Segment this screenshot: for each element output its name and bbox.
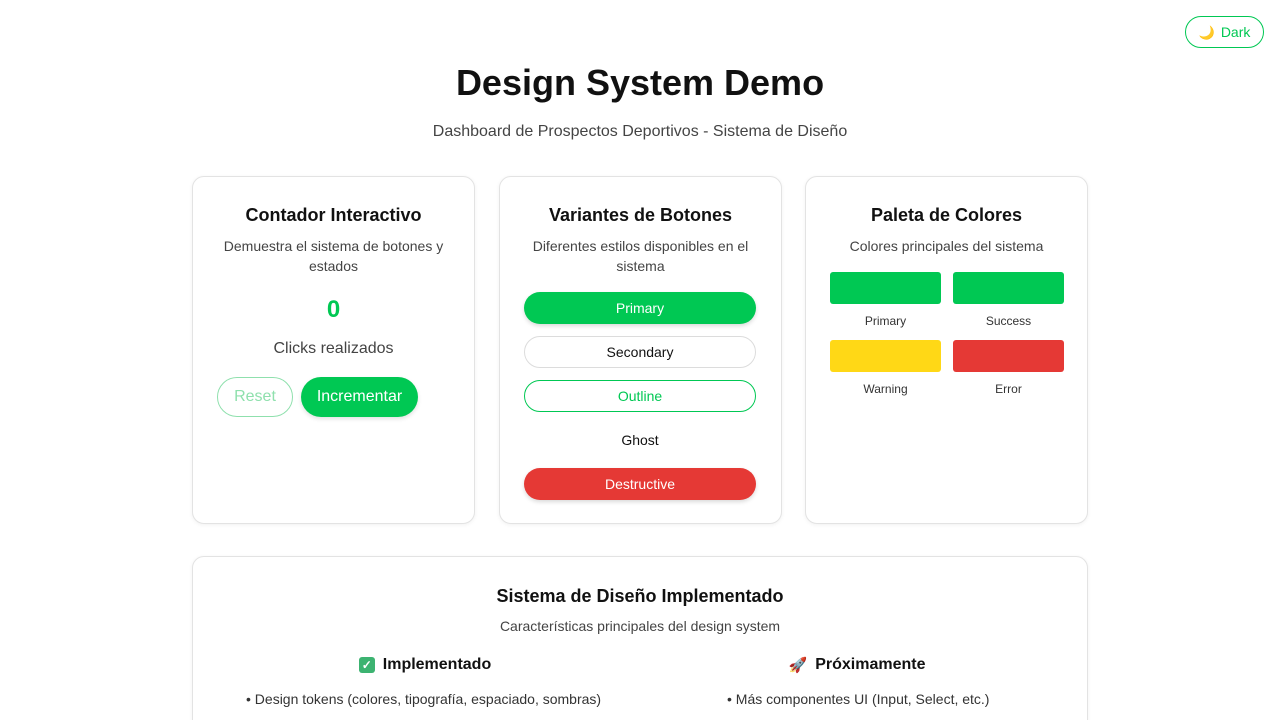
swatch-label: Success [985,314,1032,328]
design-system-summary-card: Sistema de Diseño Implementado Caracterí… [192,556,1088,720]
page-subtitle: Dashboard de Prospectos Deportivos - Sis… [432,123,848,140]
palette-card-description: Colores principales del sistema [849,238,1044,254]
color-palette-card: Paleta de Colores Colores principales de… [805,176,1088,524]
color-swatch [953,272,1064,304]
implemented-heading: ✓ Implementado [225,655,625,675]
swatch-error: Error [953,340,1064,408]
variants-card-description: Diferentes estilos disponibles en el sis… [532,238,749,274]
counter-card-description: Demuestra el sistema de botones y estado… [223,238,444,274]
ghost-variant-button[interactable]: Ghost [524,424,756,456]
swatch-label: Primary [864,314,907,328]
moon-icon: 🌙 [1198,24,1215,40]
rocket-icon: 🚀 [788,656,808,674]
swatch-grid: Primary Success Warning Error [830,272,1064,408]
summary-card-description: Características principales del design s… [499,618,781,634]
color-swatch [830,272,941,304]
swatch-label: Warning [863,382,908,396]
implemented-list: • Design tokens (colores, tipografía, es… [225,689,625,709]
outline-variant-button[interactable]: Outline [524,380,756,412]
primary-variant-button[interactable]: Primary [524,292,756,324]
counter-label: Clicks realizados [273,340,394,357]
implemented-column: ✓ Implementado • Design tokens (colores,… [225,655,625,709]
theme-toggle-label: Dark [1220,24,1251,40]
swatch-primary: Primary [830,272,941,340]
page-title: Design System Demo [455,62,825,103]
list-item: • Design tokens (colores, tipografía, es… [246,691,602,707]
secondary-variant-button[interactable]: Secondary [524,336,756,368]
swatch-warning: Warning [830,340,941,408]
counter-value: 0 [326,296,341,323]
check-mark-icon: ✓ [358,657,375,673]
variants-card-title: Variantes de Botones [548,205,733,225]
list-item: • Más componentes UI (Input, Select, etc… [727,691,990,707]
increment-button[interactable]: Incrementar [301,377,418,417]
button-variants-card: Variantes de Botones Diferentes estilos … [499,176,782,524]
destructive-variant-button[interactable]: Destructive [524,468,756,500]
implemented-heading-label: Implementado [382,656,492,673]
upcoming-heading: 🚀 Próximamente [657,655,1057,675]
upcoming-list: • Más componentes UI (Input, Select, etc… [657,689,1057,709]
color-swatch [830,340,941,372]
reset-button[interactable]: Reset [217,377,293,417]
color-swatch [953,340,1064,372]
upcoming-heading-label: Próximamente [815,656,926,673]
counter-card-title: Contador Interactivo [245,205,422,225]
swatch-label: Error [995,382,1022,396]
variant-list: Primary Secondary Outline Ghost Destruct… [524,292,757,500]
counter-card: Contador Interactivo Demuestra el sistem… [192,176,475,524]
palette-card-title: Paleta de Colores [870,205,1023,225]
counter-actions: Reset Incrementar [217,377,450,417]
theme-toggle-button[interactable]: 🌙 Dark [1185,16,1264,48]
swatch-success: Success [953,272,1064,340]
upcoming-column: 🚀 Próximamente • Más componentes UI (Inp… [657,655,1057,709]
summary-card-title: Sistema de Diseño Implementado [496,586,784,606]
